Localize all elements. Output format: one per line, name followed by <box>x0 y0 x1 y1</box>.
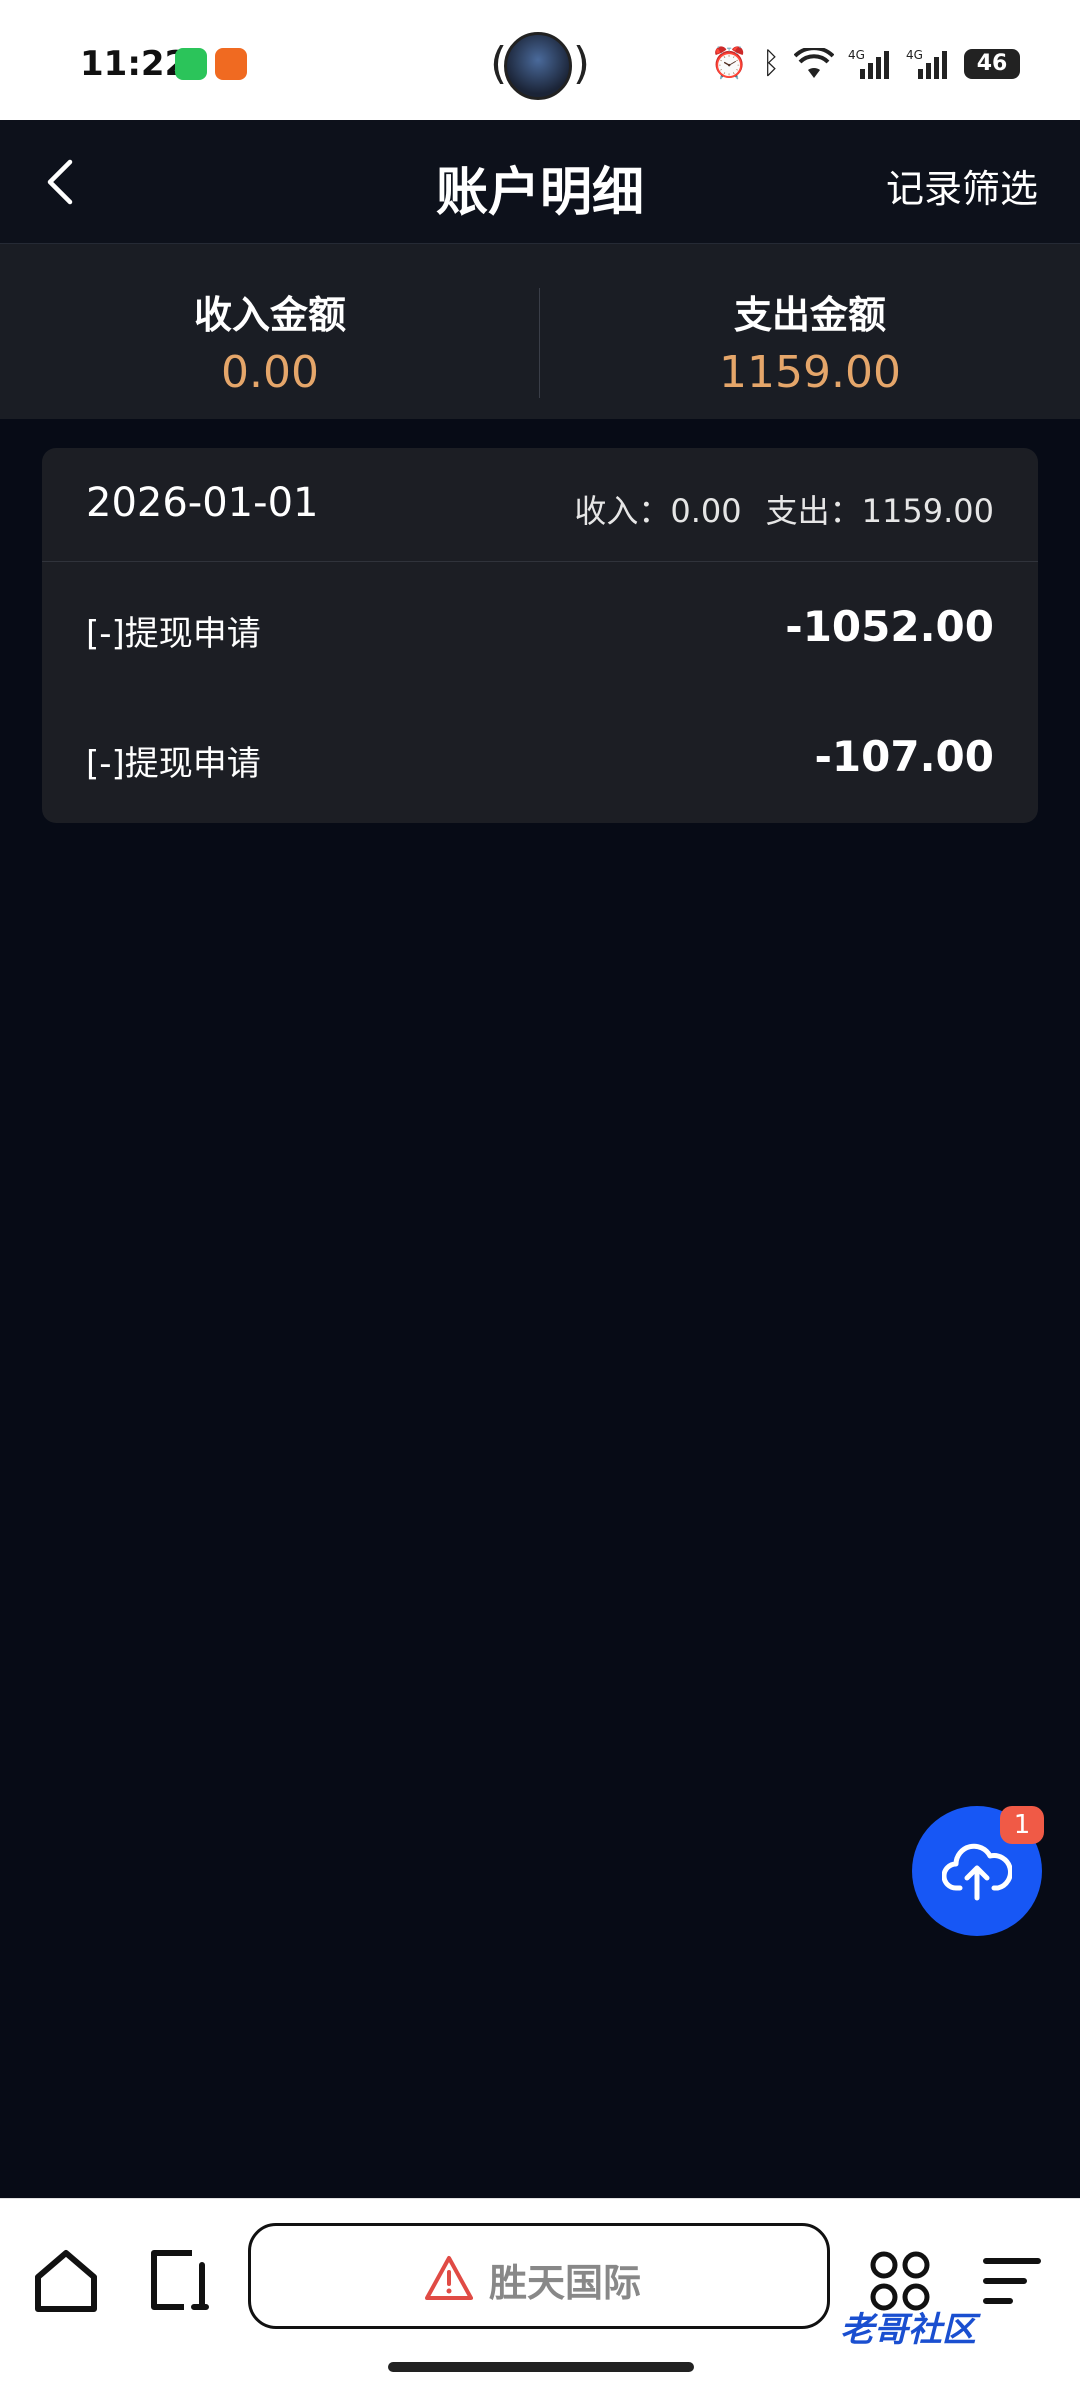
tabs-button[interactable] <box>140 2241 220 2321</box>
home-indicator[interactable] <box>388 2362 694 2372</box>
status-icons: ⏰ ᛒ 4G 4G 46 <box>711 46 1020 81</box>
day-totals: 收入：0.00 支出：1159.00 <box>574 486 994 532</box>
home-button[interactable] <box>26 2241 106 2321</box>
wechat-icon <box>175 48 207 80</box>
expense-value: 1159.00 <box>719 347 901 398</box>
expense-label: 支出金额 <box>733 293 886 337</box>
site-name: 胜天国际 <box>489 2261 642 2305</box>
navbar: 账户明细 记录筛选 <box>0 120 1080 244</box>
day-transactions-card: 2026-01-01 收入：0.00 支出：1159.00 [-]提现申请 -10… <box>42 448 1038 823</box>
filter-records-button[interactable]: 记录筛选 <box>886 158 1038 213</box>
transaction-row[interactable]: [-]提现申请 -1052.00 <box>42 562 1038 692</box>
home-icon <box>35 2250 97 2312</box>
transaction-amount: -1052.00 <box>785 602 994 651</box>
transaction-desc: [-]提现申请 <box>86 614 261 654</box>
income-label: 收入金额 <box>193 293 346 337</box>
day-expense: 支出：1159.00 <box>765 492 994 530</box>
avatar <box>504 32 572 100</box>
warning-icon <box>425 2256 473 2300</box>
battery-icon: 46 <box>964 48 1020 79</box>
transaction-amount: -107.00 <box>814 732 994 781</box>
transaction-row[interactable]: [-]提现申请 -107.00 <box>42 692 1038 822</box>
watermark-logo: 老哥社区 <box>840 2310 976 2350</box>
svg-text:4G: 4G <box>906 48 923 62</box>
bluetooth-icon: ᛒ <box>762 46 780 81</box>
svg-text:4G: 4G <box>848 48 865 62</box>
app-icon <box>215 48 247 80</box>
signal-4g-icon: 4G <box>848 48 889 79</box>
cloud-upload-icon <box>942 1843 1012 1901</box>
day-date: 2026-01-01 <box>86 480 319 526</box>
status-time: 11:22 <box>80 44 189 84</box>
alarm-icon: ⏰ <box>710 46 748 81</box>
signal-4g-icon: 4G <box>906 48 947 79</box>
income-value: 0.00 <box>221 347 319 398</box>
wifi-icon <box>794 47 834 78</box>
notification-badge: 1 <box>1000 1806 1044 1844</box>
income-summary: 收入金额 0.00 <box>0 244 540 419</box>
summary-panel: 收入金额 0.00 支出金额 1159.00 <box>0 244 1080 419</box>
expense-summary: 支出金额 1159.00 <box>540 244 1080 419</box>
day-header: 2026-01-01 收入：0.00 支出：1159.00 <box>42 448 1038 562</box>
address-bar[interactable]: 胜天国际 <box>248 2223 830 2329</box>
transaction-desc: [-]提现申请 <box>86 744 261 784</box>
menu-icon <box>983 2258 1041 2304</box>
status-bar: 11:22 ( ) ⏰ ᛒ 4G 4G 46 <box>0 0 1080 120</box>
menu-button[interactable] <box>972 2241 1052 2321</box>
day-income: 收入：0.00 <box>574 492 742 530</box>
dynamic-island: ( ) <box>490 28 590 104</box>
tabs-icon <box>151 2250 209 2310</box>
